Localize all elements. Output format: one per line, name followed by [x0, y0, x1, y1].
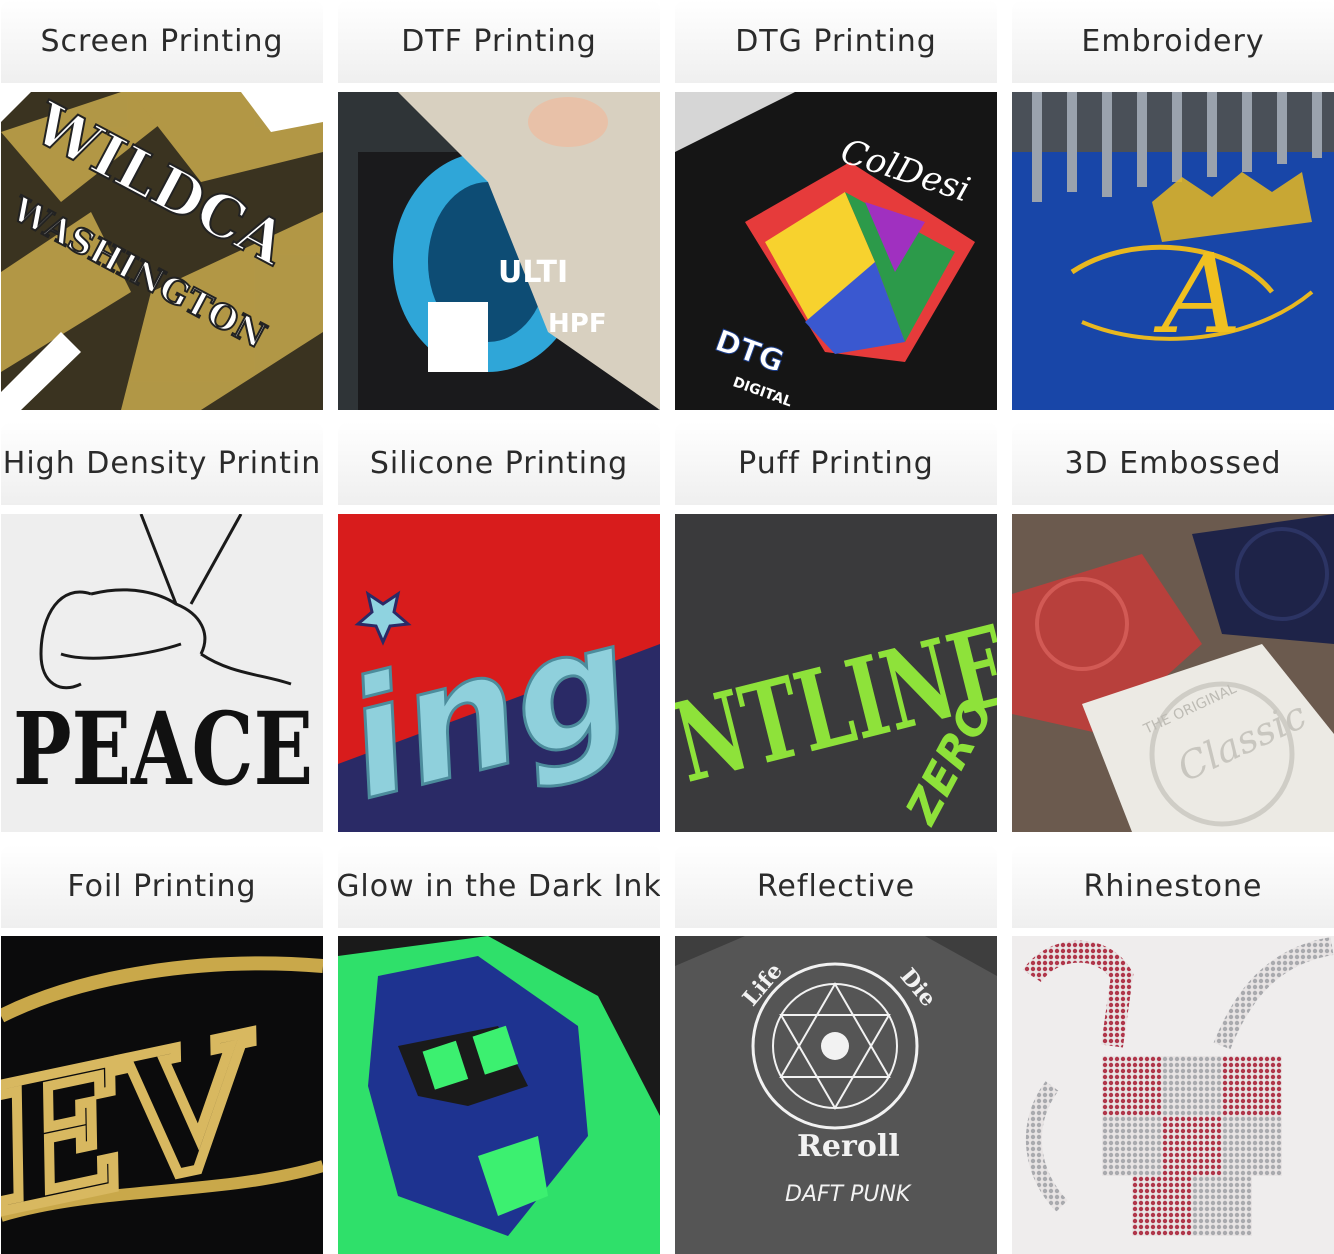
tile-label: DTF Printing: [338, 0, 660, 83]
rhinestone-photo: [1012, 936, 1334, 1254]
silicone-printing-photo: ing: [338, 514, 660, 832]
tile-label: Glow in the Dark Ink: [338, 845, 660, 928]
tile-label: Reflective: [675, 845, 997, 928]
tile-label: Silicone Printing: [338, 422, 660, 505]
tile-label: Foil Printing: [1, 845, 323, 928]
tile-label: High Density Printin: [1, 422, 323, 505]
embroidered-letter: A: [1153, 230, 1241, 358]
peace-text: PEACE: [13, 690, 313, 808]
high-density-photo: PEACE: [1, 514, 323, 832]
daft-punk-text: DAFT PUNK: [785, 1182, 912, 1207]
tile-label: Screen Printing: [1, 0, 323, 83]
tile-label: DTG Printing: [675, 0, 997, 83]
glow-in-the-dark-photo: [338, 936, 660, 1254]
foil-printing-photo: EV: [1, 936, 323, 1254]
embroidery-photo: A: [1012, 92, 1334, 410]
screen-printing-photo: WILDCA WASHINGTON: [1, 92, 323, 410]
dtf-printing-photo: ULTI HPF: [338, 92, 660, 410]
reroll-text: Reroll: [797, 1129, 900, 1164]
printing-techniques-grid: Screen Printing WILDCA WASHINGTON DTF Pr…: [0, 0, 1334, 1254]
3d-embossed-photo: Classic THE ORIGINAL: [1012, 514, 1334, 832]
hpf-text: HPF: [548, 309, 607, 339]
tile-label: Rhinestone: [1012, 845, 1334, 928]
tile-label: Puff Printing: [675, 422, 997, 505]
puff-printing-photo: NTLINE ZERO: [675, 514, 997, 832]
ulti-text: ULTI: [498, 255, 568, 290]
tile-label: Embroidery: [1012, 0, 1334, 83]
tile-label: 3D Embossed: [1012, 422, 1334, 505]
reflective-photo: Life Die Reroll DAFT PUNK: [675, 936, 997, 1254]
dtg-printing-photo: ColDesi DTG DIGITAL: [675, 92, 997, 410]
